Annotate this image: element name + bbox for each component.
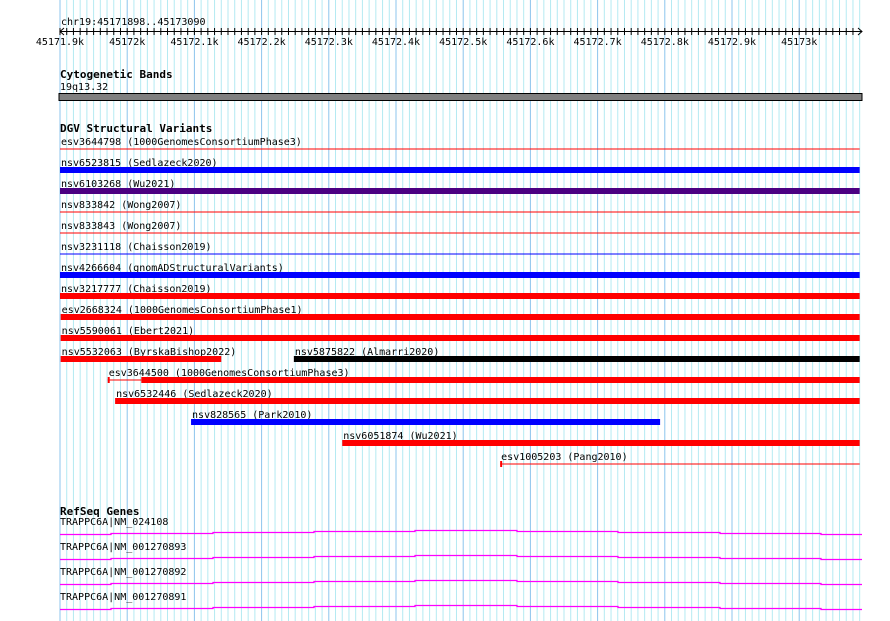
- feature-line[interactable]: [107, 379, 142, 381]
- feature-bar[interactable]: [60, 356, 222, 362]
- feature-bar[interactable]: [60, 272, 860, 278]
- gene-label: TRAPPC6A|NM_001270892: [60, 567, 186, 578]
- gene-label: TRAPPC6A|NM_001270893: [60, 542, 186, 553]
- ruler-label: 45173k: [781, 37, 817, 48]
- structural-variant-feature[interactable]: nsv6103268 (Wu2021): [60, 179, 860, 194]
- ruler[interactable]: 45171.9k 45172k 45172.1k 45172.2k 45172.3k 45…: [36, 27, 863, 48]
- gene-intron-line[interactable]: [60, 529, 862, 536]
- gene-feature[interactable]: TRAPPC6A|NM_001270891: [60, 592, 862, 611]
- structural-variant-feature[interactable]: nsv6523815 (Sedlazeck2020): [60, 158, 860, 173]
- dgv-track: esv3644798 (1000GenomesConsortiumPhase3)…: [60, 137, 860, 467]
- feature-bar[interactable]: [60, 167, 860, 173]
- feature-bar[interactable]: [60, 188, 860, 194]
- ruler-label: 45172.4k: [372, 37, 420, 48]
- ruler-label: 45172.9k: [708, 37, 756, 48]
- ruler-label: 45172.1k: [170, 37, 218, 48]
- feature-label: nsv833843 (Wong2007): [61, 221, 181, 232]
- ruler-label: 45172.8k: [641, 37, 689, 48]
- structural-variant-feature[interactable]: esv3644798 (1000GenomesConsortiumPhase3): [60, 137, 860, 150]
- structural-variant-feature[interactable]: nsv4266604 (gnomADStructuralVariants): [60, 263, 860, 278]
- dgv-track-title: DGV Structural Variants: [60, 122, 212, 135]
- structural-variant-feature[interactable]: nsv5590061 (Ebert2021): [60, 326, 860, 341]
- feature-bar[interactable]: [115, 398, 860, 404]
- ruler-label: 45172.2k: [238, 37, 286, 48]
- feature-label: esv1005203 (Pang2010): [501, 452, 627, 463]
- feature-line[interactable]: [60, 253, 860, 255]
- gene-intron-line[interactable]: [60, 604, 862, 611]
- feature-bar[interactable]: [191, 419, 661, 425]
- cytoband-track-title: Cytogenetic Bands: [60, 68, 173, 81]
- gene-intron-line[interactable]: [60, 579, 862, 586]
- gene-feature[interactable]: TRAPPC6A|NM_024108: [60, 517, 862, 536]
- feature-line[interactable]: [60, 211, 860, 213]
- feature-bar[interactable]: [342, 440, 860, 446]
- feature-bar[interactable]: [293, 356, 860, 362]
- structural-variant-feature[interactable]: esv2668324 (1000GenomesConsortiumPhase1): [60, 305, 860, 320]
- cytoband-label: 19q13.32: [60, 82, 108, 93]
- ruler-label: 45172.3k: [305, 37, 353, 48]
- feature-bar[interactable]: [141, 377, 860, 383]
- gene-label: TRAPPC6A|NM_001270891: [60, 592, 186, 603]
- gene-intron-line[interactable]: [60, 554, 862, 561]
- feature-line[interactable]: [60, 232, 860, 234]
- feature-bar[interactable]: [60, 335, 860, 341]
- structural-variant-feature[interactable]: nsv833843 (Wong2007): [60, 221, 860, 234]
- cytoband-bar[interactable]: [58, 93, 863, 101]
- structural-variant-feature[interactable]: nsv828565 (Park2010): [191, 410, 661, 425]
- ruler-label: 45172.5k: [439, 37, 487, 48]
- feature-line[interactable]: [60, 148, 860, 150]
- structural-variant-feature[interactable]: nsv6532446 (Sedlazeck2020): [115, 389, 860, 404]
- feature-label: esv3644798 (1000GenomesConsortiumPhase3): [61, 137, 302, 148]
- gene-label: TRAPPC6A|NM_024108: [60, 517, 168, 528]
- feature-label: nsv3231118 (Chaisson2019): [61, 242, 212, 253]
- structural-variant-feature[interactable]: nsv3217777 (Chaisson2019): [60, 284, 860, 299]
- location-label: chr19:45171898..45173090: [61, 17, 206, 28]
- gene-feature[interactable]: TRAPPC6A|NM_001270893: [60, 542, 862, 561]
- ruler-label: 45172.7k: [574, 37, 622, 48]
- structural-variant-feature[interactable]: nsv5875822 (Almarri2020): [293, 347, 860, 362]
- structural-variant-feature[interactable]: nsv5532063 (ByrskaBishop2022): [60, 347, 237, 362]
- feature-label: nsv833842 (Wong2007): [61, 200, 181, 211]
- structural-variant-feature[interactable]: nsv833842 (Wong2007): [60, 200, 860, 213]
- feature-line[interactable]: [500, 463, 860, 465]
- refseq-track: TRAPPC6A|NM_024108 TRAPPC6A|NM_001270893 T…: [60, 517, 862, 611]
- structural-variant-feature[interactable]: nsv6051874 (Wu2021): [342, 431, 860, 446]
- ruler-label: 45172k: [109, 37, 145, 48]
- structural-variant-feature[interactable]: nsv3231118 (Chaisson2019): [60, 242, 860, 255]
- genome-browser-view[interactable]: chr19:45171898..45173090 45171.9k 45172k 4…: [0, 0, 890, 621]
- gene-feature[interactable]: TRAPPC6A|NM_001270892: [60, 567, 862, 586]
- ruler-label: 45171.9k: [36, 37, 84, 48]
- feature-bar[interactable]: [60, 293, 860, 299]
- feature-bar[interactable]: [60, 314, 860, 320]
- ruler-label: 45172.6k: [506, 37, 554, 48]
